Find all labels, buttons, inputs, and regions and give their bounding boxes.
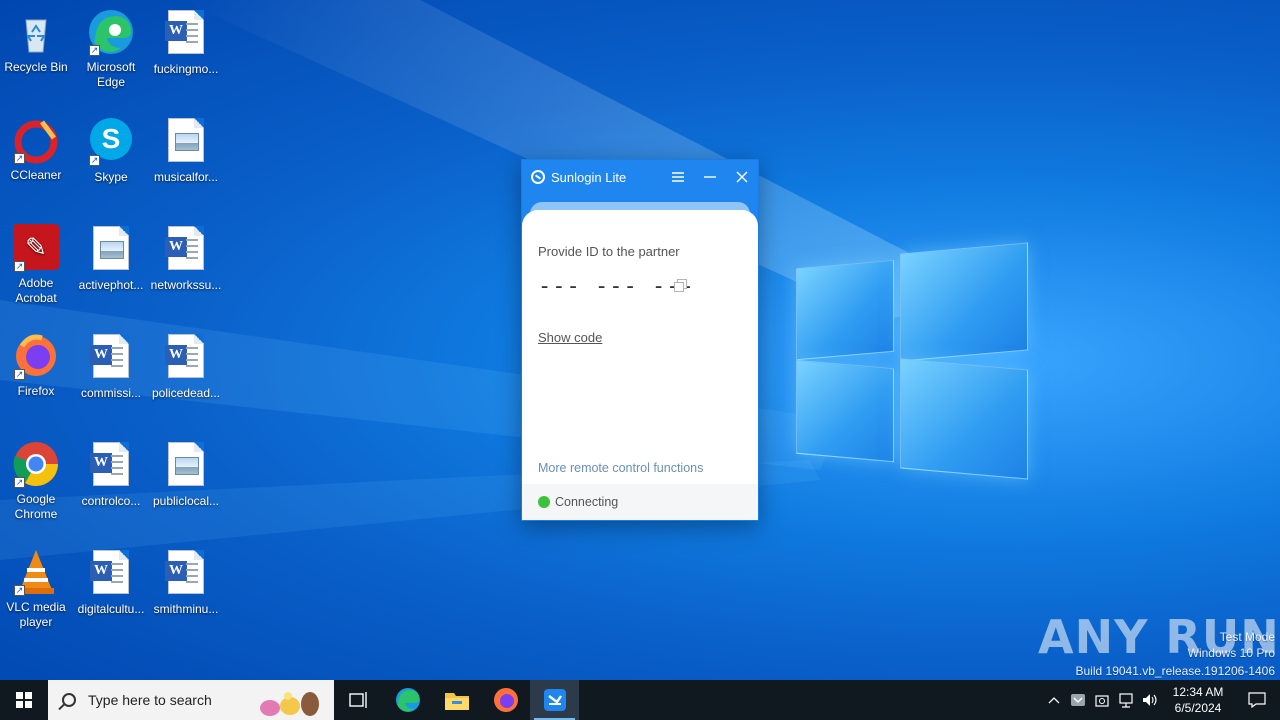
taskbar-firefox[interactable] bbox=[481, 680, 530, 720]
search-icon bbox=[62, 693, 76, 707]
ccleaner-icon: ↗ bbox=[12, 116, 60, 164]
desktop-icon-microsoft-edge[interactable]: ↗ Microsoft Edge bbox=[73, 8, 149, 90]
sunlogin-titlebar[interactable]: Sunlogin Lite bbox=[522, 160, 758, 194]
copy-icon[interactable] bbox=[674, 279, 687, 292]
word-doc-icon: W bbox=[162, 226, 210, 274]
firefox-icon: ↗ bbox=[12, 332, 60, 380]
chrome-icon: ↗ bbox=[12, 440, 60, 488]
desktop-icon-networkssu[interactable]: W networkssu... bbox=[148, 224, 224, 293]
partner-id-value: --- --- --- bbox=[538, 274, 695, 299]
provide-id-label: Provide ID to the partner bbox=[538, 244, 680, 259]
watermark-windows-edition: Windows 10 Pro bbox=[1187, 646, 1275, 660]
desktop-icon-controlco[interactable]: W controlco... bbox=[73, 440, 149, 509]
image-file-icon bbox=[162, 442, 210, 490]
status-dot-icon bbox=[538, 496, 550, 508]
shortcut-arrow-icon: ↗ bbox=[89, 45, 100, 56]
status-text: Connecting bbox=[555, 495, 619, 509]
tray-app-icon[interactable] bbox=[1066, 680, 1090, 720]
shortcut-arrow-icon: ↗ bbox=[14, 369, 25, 380]
word-doc-icon: W bbox=[87, 550, 135, 598]
windows-logo-wallpaper bbox=[796, 242, 1028, 480]
sunlogin-app-icon bbox=[543, 689, 566, 711]
sunlogin-window: Sunlogin Lite Provide ID to the partner … bbox=[521, 159, 759, 521]
sunlogin-logo-icon bbox=[531, 170, 545, 184]
windows-start-icon bbox=[16, 692, 32, 708]
taskbar: Type here to search 12:34 AM 6/5/2024 bbox=[0, 680, 1280, 720]
system-tray: 12:34 AM 6/5/2024 bbox=[1042, 680, 1280, 720]
task-view-icon bbox=[348, 692, 367, 708]
word-doc-icon: W bbox=[87, 442, 135, 490]
desktop-icon-vlc[interactable]: ↗ VLC media player bbox=[0, 548, 74, 630]
recycle-bin-icon bbox=[12, 8, 60, 56]
desktop-icon-recycle-bin[interactable]: Recycle Bin bbox=[0, 8, 74, 75]
word-doc-icon: W bbox=[87, 334, 135, 382]
minimize-button[interactable] bbox=[699, 167, 721, 187]
image-file-icon bbox=[162, 118, 210, 166]
tray-camera-icon[interactable] bbox=[1090, 680, 1114, 720]
folder-icon bbox=[444, 693, 469, 710]
taskbar-edge[interactable] bbox=[383, 680, 432, 720]
desktop-icon-firefox[interactable]: ↗ Firefox bbox=[0, 332, 74, 399]
desktop-icon-adobe-acrobat[interactable]: ✎ ↗ Adobe Acrobat bbox=[0, 224, 74, 306]
clock-date: 6/5/2024 bbox=[1174, 701, 1222, 715]
acrobat-icon: ✎ ↗ bbox=[12, 224, 60, 272]
close-icon bbox=[736, 171, 748, 183]
show-hidden-icons-chevron-icon[interactable] bbox=[1042, 680, 1066, 720]
network-icon[interactable] bbox=[1114, 680, 1138, 720]
start-button[interactable] bbox=[0, 680, 48, 720]
clock[interactable]: 12:34 AM 6/5/2024 bbox=[1162, 684, 1234, 716]
shortcut-arrow-icon: ↗ bbox=[89, 155, 100, 166]
desktop-icon-smithminu[interactable]: W smithminu... bbox=[148, 548, 224, 617]
watermark-build: Build 19041.vb_release.191206-1406 bbox=[1075, 664, 1276, 678]
edge-icon bbox=[395, 688, 420, 712]
taskbar-search[interactable]: Type here to search bbox=[48, 680, 334, 720]
firefox-icon bbox=[493, 688, 518, 712]
task-view-button[interactable] bbox=[334, 680, 383, 720]
desktop-icon-fuckingmo[interactable]: W fuckingmo... bbox=[148, 8, 224, 77]
desktop-icon-activephot[interactable]: activephot... bbox=[73, 224, 149, 293]
menu-button[interactable] bbox=[667, 167, 689, 187]
desktop-icon-commissi[interactable]: W commissi... bbox=[73, 332, 149, 401]
notification-icon bbox=[1248, 692, 1266, 708]
notifications-button[interactable] bbox=[1234, 680, 1280, 720]
taskbar-file-explorer[interactable] bbox=[432, 680, 481, 720]
clock-time: 12:34 AM bbox=[1172, 685, 1224, 699]
taskbar-sunlogin[interactable] bbox=[530, 680, 579, 720]
status-bar: Connecting bbox=[522, 484, 758, 520]
hamburger-icon bbox=[672, 172, 684, 182]
word-doc-icon: W bbox=[162, 550, 210, 598]
edge-icon: ↗ bbox=[87, 8, 135, 56]
word-doc-icon: W bbox=[162, 334, 210, 382]
close-button[interactable] bbox=[731, 167, 753, 187]
id-card: Provide ID to the partner --- --- --- Sh… bbox=[522, 210, 758, 484]
desktop-icon-musicalfor[interactable]: musicalfor... bbox=[148, 116, 224, 185]
minimize-icon bbox=[704, 176, 716, 178]
shortcut-arrow-icon: ↗ bbox=[14, 585, 25, 596]
image-file-icon bbox=[87, 226, 135, 274]
search-placeholder: Type here to search bbox=[88, 692, 212, 708]
desktop-icon-digitalcultu[interactable]: W digitalcultu... bbox=[73, 548, 149, 617]
desktop-icon-publiclocal[interactable]: publiclocal... bbox=[148, 440, 224, 509]
word-doc-icon: W bbox=[162, 10, 210, 58]
watermark-test-mode: Test Mode bbox=[1219, 630, 1275, 644]
show-code-link[interactable]: Show code bbox=[538, 330, 602, 345]
vlc-icon: ↗ bbox=[12, 548, 60, 596]
desktop-icon-policedead[interactable]: W policedead... bbox=[148, 332, 224, 401]
volume-icon[interactable] bbox=[1138, 680, 1162, 720]
shortcut-arrow-icon: ↗ bbox=[14, 153, 25, 164]
window-title: Sunlogin Lite bbox=[551, 169, 627, 185]
shortcut-arrow-icon: ↗ bbox=[14, 261, 25, 272]
skype-icon: S ↗ bbox=[87, 118, 135, 166]
more-functions-link[interactable]: More remote control functions bbox=[538, 461, 703, 475]
desktop-icon-ccleaner[interactable]: ↗ CCleaner bbox=[0, 116, 74, 183]
desktop-icon-google-chrome[interactable]: ↗ Google Chrome bbox=[0, 440, 74, 522]
shortcut-arrow-icon: ↗ bbox=[14, 477, 25, 488]
desktop-icon-skype[interactable]: S ↗ Skype bbox=[73, 116, 149, 185]
search-highlight-art-icon bbox=[260, 692, 319, 716]
